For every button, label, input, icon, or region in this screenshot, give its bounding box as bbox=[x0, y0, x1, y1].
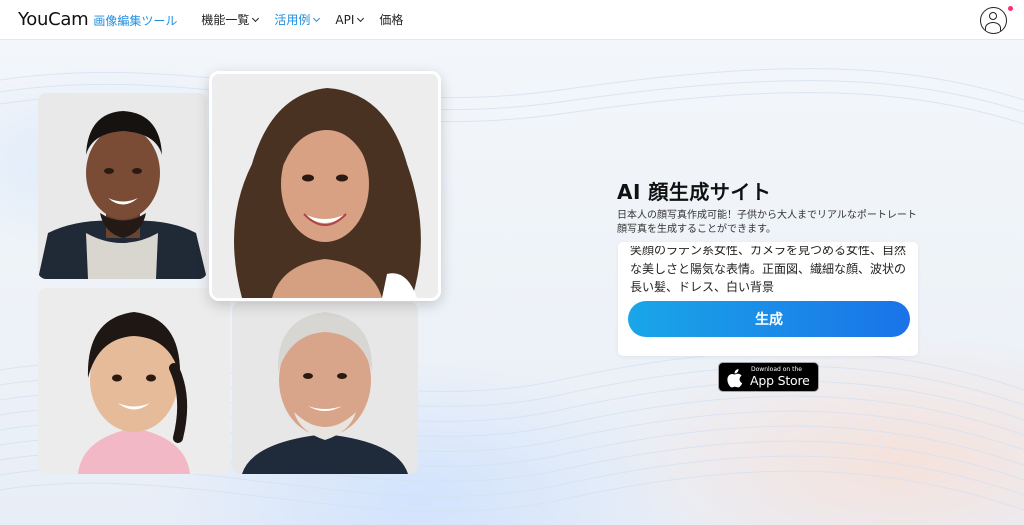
notification-dot bbox=[1008, 6, 1013, 11]
nav-item-label: API bbox=[335, 12, 355, 27]
nav-item-label: 価格 bbox=[379, 13, 404, 27]
logo-wordmark: YouCam bbox=[18, 9, 89, 30]
account-head bbox=[989, 12, 997, 20]
portrait-woman bbox=[209, 71, 441, 301]
portrait-girl bbox=[38, 288, 230, 474]
nav-item-label: 活用例 bbox=[274, 13, 311, 27]
nav-item-use-cases[interactable]: 活用例 bbox=[274, 11, 321, 28]
top-header: YouCam 画像編集ツール 機能一覧 活用例 API 価格 bbox=[0, 0, 1024, 40]
nav-item-api[interactable]: API bbox=[335, 12, 365, 27]
generate-button[interactable]: 生成 bbox=[628, 301, 910, 337]
portrait-old-man bbox=[232, 302, 418, 474]
page-title: AI 顔生成サイト bbox=[617, 180, 772, 204]
nav-item-label: 機能一覧 bbox=[201, 13, 250, 27]
chevron-down-icon bbox=[313, 14, 321, 22]
logo-subtitle: 画像編集ツール bbox=[93, 14, 178, 28]
page-description: 日本人の顔写真作成可能！子供から大人までリアルなポートレート顔写真を生成すること… bbox=[617, 210, 917, 235]
app-store-small-label: Download on the bbox=[751, 366, 802, 373]
account-body bbox=[985, 22, 1001, 33]
logo[interactable]: YouCam 画像編集ツール bbox=[18, 9, 177, 30]
main-nav: 機能一覧 活用例 API 価格 bbox=[201, 11, 419, 28]
prompt-card: 笑顔のラテン系女性、カメラを見つめる女性、自然な美しさと陽気な表情。正面図、繊細… bbox=[618, 242, 918, 356]
chevron-down-icon bbox=[252, 14, 260, 22]
prompt-textarea[interactable]: 笑顔のラテン系女性、カメラを見つめる女性、自然な美しさと陽気な表情。正面図、繊細… bbox=[630, 246, 910, 300]
app-store-label: App Store bbox=[750, 373, 810, 388]
apple-icon bbox=[727, 369, 743, 388]
prompt-text: 笑顔のラテン系女性、カメラを見つめる女性、自然な美しさと陽気な表情。正面図、繊細… bbox=[630, 246, 907, 294]
nav-item-pricing[interactable]: 価格 bbox=[379, 11, 403, 28]
account-icon[interactable] bbox=[980, 7, 1007, 34]
chevron-down-icon bbox=[357, 14, 365, 22]
app-store-badge[interactable]: Download on the App Store bbox=[718, 362, 819, 392]
nav-item-features[interactable]: 機能一覧 bbox=[201, 11, 260, 28]
portrait-man bbox=[38, 93, 207, 279]
